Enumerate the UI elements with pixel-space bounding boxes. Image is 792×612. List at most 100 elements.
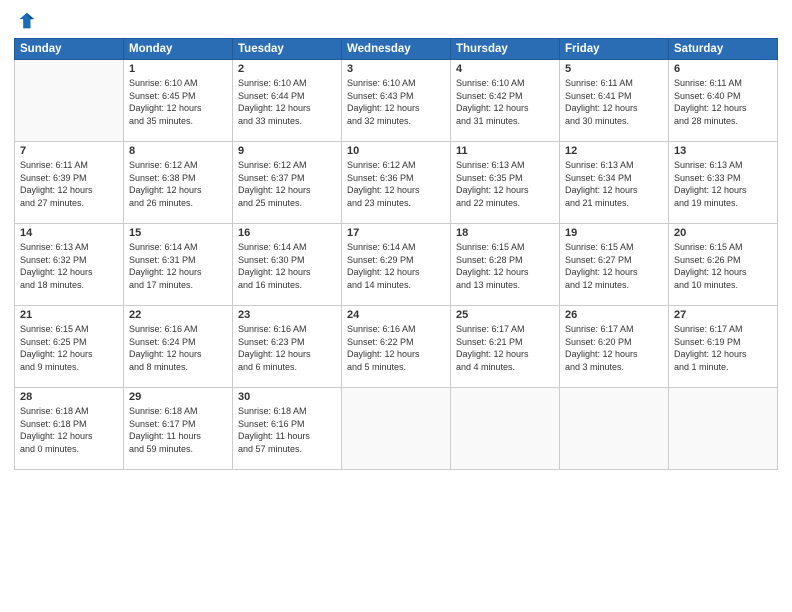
day-number: 1 [129, 63, 227, 75]
day-number: 7 [20, 145, 118, 157]
calendar-day-cell: 17 Sunrise: 6:14 AM Sunset: 6:29 PM Dayli… [342, 224, 451, 306]
day-number: 13 [674, 145, 772, 157]
day-info: Sunrise: 6:16 AM Sunset: 6:22 PM Dayligh… [347, 323, 445, 373]
calendar-header-cell: Thursday [451, 39, 560, 60]
day-number: 2 [238, 63, 336, 75]
day-number: 3 [347, 63, 445, 75]
day-number: 16 [238, 227, 336, 239]
day-info: Sunrise: 6:15 AM Sunset: 6:25 PM Dayligh… [20, 323, 118, 373]
logo-icon [14, 10, 36, 32]
day-info: Sunrise: 6:12 AM Sunset: 6:38 PM Dayligh… [129, 159, 227, 209]
day-number: 8 [129, 145, 227, 157]
calendar-week-row: 7 Sunrise: 6:11 AM Sunset: 6:39 PM Daylig… [15, 142, 778, 224]
calendar-day-cell [669, 388, 778, 470]
day-number: 17 [347, 227, 445, 239]
day-info: Sunrise: 6:14 AM Sunset: 6:29 PM Dayligh… [347, 241, 445, 291]
day-info: Sunrise: 6:11 AM Sunset: 6:41 PM Dayligh… [565, 77, 663, 127]
calendar-day-cell: 5 Sunrise: 6:11 AM Sunset: 6:41 PM Daylig… [560, 60, 669, 142]
day-number: 10 [347, 145, 445, 157]
calendar-day-cell: 11 Sunrise: 6:13 AM Sunset: 6:35 PM Dayli… [451, 142, 560, 224]
calendar-day-cell: 26 Sunrise: 6:17 AM Sunset: 6:20 PM Dayli… [560, 306, 669, 388]
day-info: Sunrise: 6:18 AM Sunset: 6:17 PM Dayligh… [129, 405, 227, 455]
logo [14, 10, 38, 32]
day-number: 25 [456, 309, 554, 321]
day-info: Sunrise: 6:13 AM Sunset: 6:34 PM Dayligh… [565, 159, 663, 209]
calendar-day-cell: 7 Sunrise: 6:11 AM Sunset: 6:39 PM Daylig… [15, 142, 124, 224]
day-info: Sunrise: 6:14 AM Sunset: 6:30 PM Dayligh… [238, 241, 336, 291]
day-number: 23 [238, 309, 336, 321]
calendar-header-cell: Wednesday [342, 39, 451, 60]
day-info: Sunrise: 6:12 AM Sunset: 6:36 PM Dayligh… [347, 159, 445, 209]
calendar-header-cell: Monday [124, 39, 233, 60]
calendar-day-cell: 30 Sunrise: 6:18 AM Sunset: 6:16 PM Dayli… [233, 388, 342, 470]
calendar-day-cell: 9 Sunrise: 6:12 AM Sunset: 6:37 PM Daylig… [233, 142, 342, 224]
header [14, 10, 778, 32]
calendar-body: 1 Sunrise: 6:10 AM Sunset: 6:45 PM Daylig… [15, 60, 778, 470]
day-number: 11 [456, 145, 554, 157]
calendar-header-cell: Sunday [15, 39, 124, 60]
day-info: Sunrise: 6:15 AM Sunset: 6:26 PM Dayligh… [674, 241, 772, 291]
calendar-day-cell: 25 Sunrise: 6:17 AM Sunset: 6:21 PM Dayli… [451, 306, 560, 388]
calendar-day-cell: 13 Sunrise: 6:13 AM Sunset: 6:33 PM Dayli… [669, 142, 778, 224]
day-number: 18 [456, 227, 554, 239]
page: SundayMondayTuesdayWednesdayThursdayFrid… [0, 0, 792, 612]
day-info: Sunrise: 6:16 AM Sunset: 6:24 PM Dayligh… [129, 323, 227, 373]
calendar-day-cell [15, 60, 124, 142]
day-info: Sunrise: 6:12 AM Sunset: 6:37 PM Dayligh… [238, 159, 336, 209]
calendar-day-cell [451, 388, 560, 470]
calendar-day-cell: 29 Sunrise: 6:18 AM Sunset: 6:17 PM Dayli… [124, 388, 233, 470]
day-number: 9 [238, 145, 336, 157]
day-number: 20 [674, 227, 772, 239]
day-number: 14 [20, 227, 118, 239]
calendar-week-row: 1 Sunrise: 6:10 AM Sunset: 6:45 PM Daylig… [15, 60, 778, 142]
day-info: Sunrise: 6:17 AM Sunset: 6:19 PM Dayligh… [674, 323, 772, 373]
calendar-day-cell: 1 Sunrise: 6:10 AM Sunset: 6:45 PM Daylig… [124, 60, 233, 142]
calendar-day-cell: 18 Sunrise: 6:15 AM Sunset: 6:28 PM Dayli… [451, 224, 560, 306]
day-info: Sunrise: 6:10 AM Sunset: 6:45 PM Dayligh… [129, 77, 227, 127]
day-info: Sunrise: 6:17 AM Sunset: 6:20 PM Dayligh… [565, 323, 663, 373]
day-number: 12 [565, 145, 663, 157]
day-info: Sunrise: 6:10 AM Sunset: 6:42 PM Dayligh… [456, 77, 554, 127]
day-info: Sunrise: 6:10 AM Sunset: 6:44 PM Dayligh… [238, 77, 336, 127]
calendar-day-cell: 3Sunrise: 6:10 AM Sunset: 6:43 PM Daylig… [342, 60, 451, 142]
day-number: 29 [129, 391, 227, 403]
day-info: Sunrise: 6:13 AM Sunset: 6:35 PM Dayligh… [456, 159, 554, 209]
calendar-header-cell: Tuesday [233, 39, 342, 60]
calendar: SundayMondayTuesdayWednesdayThursdayFrid… [14, 38, 778, 470]
day-number: 5 [565, 63, 663, 75]
day-info: Sunrise: 6:17 AM Sunset: 6:21 PM Dayligh… [456, 323, 554, 373]
day-number: 4 [456, 63, 554, 75]
day-info: Sunrise: 6:18 AM Sunset: 6:16 PM Dayligh… [238, 405, 336, 455]
day-info: Sunrise: 6:13 AM Sunset: 6:33 PM Dayligh… [674, 159, 772, 209]
calendar-day-cell: 20 Sunrise: 6:15 AM Sunset: 6:26 PM Dayli… [669, 224, 778, 306]
calendar-header-cell: Friday [560, 39, 669, 60]
calendar-day-cell: 16 Sunrise: 6:14 AM Sunset: 6:30 PM Dayli… [233, 224, 342, 306]
calendar-day-cell: 23Sunrise: 6:16 AM Sunset: 6:23 PM Dayli… [233, 306, 342, 388]
calendar-day-cell: 4 Sunrise: 6:10 AM Sunset: 6:42 PM Daylig… [451, 60, 560, 142]
day-number: 26 [565, 309, 663, 321]
day-info: Sunrise: 6:15 AM Sunset: 6:27 PM Dayligh… [565, 241, 663, 291]
calendar-day-cell: 24 Sunrise: 6:16 AM Sunset: 6:22 PM Dayli… [342, 306, 451, 388]
day-info: Sunrise: 6:11 AM Sunset: 6:39 PM Dayligh… [20, 159, 118, 209]
calendar-day-cell: 10 Sunrise: 6:12 AM Sunset: 6:36 PM Dayli… [342, 142, 451, 224]
calendar-week-row: 14Sunrise: 6:13 AM Sunset: 6:32 PM Dayli… [15, 224, 778, 306]
day-number: 27 [674, 309, 772, 321]
day-info: Sunrise: 6:11 AM Sunset: 6:40 PM Dayligh… [674, 77, 772, 127]
calendar-day-cell: 6 Sunrise: 6:11 AM Sunset: 6:40 PM Daylig… [669, 60, 778, 142]
calendar-day-cell [560, 388, 669, 470]
day-number: 30 [238, 391, 336, 403]
day-number: 6 [674, 63, 772, 75]
day-number: 28 [20, 391, 118, 403]
calendar-day-cell: 19 Sunrise: 6:15 AM Sunset: 6:27 PM Dayli… [560, 224, 669, 306]
day-number: 19 [565, 227, 663, 239]
day-number: 24 [347, 309, 445, 321]
calendar-day-cell: 28Sunrise: 6:18 AM Sunset: 6:18 PM Dayli… [15, 388, 124, 470]
calendar-day-cell: 27 Sunrise: 6:17 AM Sunset: 6:19 PM Dayli… [669, 306, 778, 388]
day-number: 22 [129, 309, 227, 321]
day-info: Sunrise: 6:15 AM Sunset: 6:28 PM Dayligh… [456, 241, 554, 291]
calendar-header-cell: Saturday [669, 39, 778, 60]
calendar-day-cell: 2 Sunrise: 6:10 AM Sunset: 6:44 PM Daylig… [233, 60, 342, 142]
calendar-day-cell: 12 Sunrise: 6:13 AM Sunset: 6:34 PM Dayli… [560, 142, 669, 224]
day-number: 21 [20, 309, 118, 321]
calendar-day-cell: 21 Sunrise: 6:15 AM Sunset: 6:25 PM Dayli… [15, 306, 124, 388]
